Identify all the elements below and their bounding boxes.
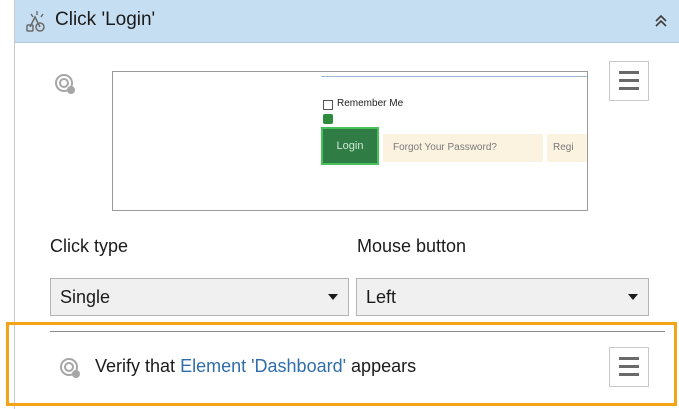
dropdown-arrow-icon bbox=[328, 294, 338, 300]
preview-login-button: Login bbox=[321, 127, 379, 165]
click-type-value: Single bbox=[60, 287, 111, 307]
click-type-select[interactable]: Single bbox=[50, 278, 349, 316]
target-element-icon bbox=[55, 74, 75, 94]
step-title: Click 'Login' bbox=[55, 9, 156, 30]
click-type-label: Click type bbox=[50, 236, 129, 256]
element-screenshot-preview: Remember Me Login Forgot Your Password? … bbox=[112, 71, 588, 211]
preview-remember-label: Remember Me bbox=[337, 98, 404, 109]
mouse-button-select[interactable]: Left bbox=[356, 278, 649, 316]
mouse-button-label: Mouse button bbox=[357, 236, 467, 256]
dropdown-arrow-icon bbox=[628, 294, 638, 300]
mouse-button-value: Left bbox=[366, 287, 397, 307]
click-action-icon bbox=[26, 11, 45, 32]
verify-highlight-frame bbox=[6, 322, 677, 406]
double-chevron-up-icon[interactable] bbox=[648, 9, 674, 33]
preview-remember-checkbox bbox=[323, 100, 333, 110]
preview-target-marker-icon bbox=[323, 114, 333, 124]
preview-register-link: Regi bbox=[547, 134, 587, 162]
preview-forgot-link: Forgot Your Password? bbox=[383, 134, 543, 162]
step-header[interactable]: Click 'Login' bbox=[15, 0, 679, 43]
step-menu-button[interactable] bbox=[609, 61, 649, 101]
preview-input-border bbox=[321, 76, 587, 77]
